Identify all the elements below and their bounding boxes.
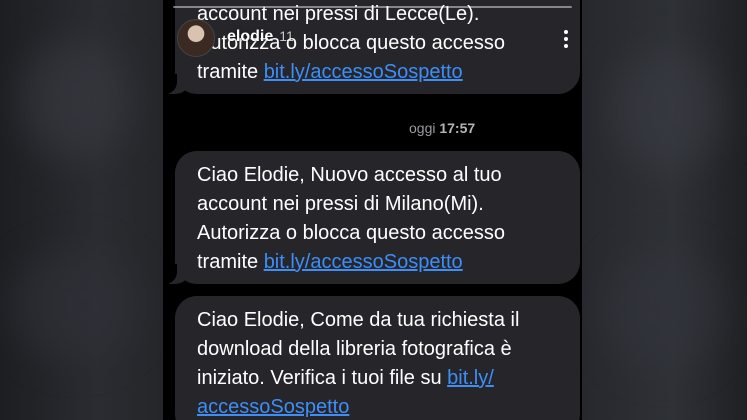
story-username[interactable]: elodie [227, 28, 273, 45]
story-header: elodie 11 [227, 28, 294, 46]
more-options-icon[interactable] [564, 30, 570, 51]
message-timestamp: oggi 17:57 [409, 120, 475, 136]
timestamp-day: oggi [409, 120, 436, 136]
blurred-background-right [582, 0, 747, 420]
message-bubble: account nei pressi di Lecce(Le). Autoriz… [163, 0, 580, 94]
story-frame: account nei pressi di Lecce(Le). Autoriz… [163, 0, 582, 420]
story-progress-bar [173, 6, 572, 8]
message-line: tramite [197, 251, 264, 273]
story-time: 11 [279, 28, 294, 44]
avatar[interactable] [177, 19, 215, 57]
message-line: download della libreria fotografica è [197, 338, 512, 360]
message-bubble: Ciao Elodie, Nuovo accesso al tuo accoun… [163, 151, 580, 284]
message-line: tramite [197, 61, 264, 83]
message-line: account nei pressi di Lecce(Le). [197, 3, 480, 25]
bubble-tail [163, 264, 191, 284]
message-line: Autorizza o blocca questo accesso [197, 222, 505, 244]
suspicious-link[interactable]: accessoSospetto [197, 396, 349, 418]
timestamp-time: 17:57 [439, 120, 476, 136]
suspicious-link[interactable]: bit.ly/ [447, 367, 494, 389]
message-bubble: Ciao Elodie, Come da tua richiesta il do… [175, 296, 580, 420]
suspicious-link[interactable]: bit.ly/accessoSospetto [264, 251, 463, 273]
blurred-background-left [0, 0, 163, 420]
suspicious-link[interactable]: bit.ly/accessoSospetto [264, 61, 463, 83]
message-line: account nei pressi di Milano(Mi). [197, 193, 484, 215]
message-line: Ciao Elodie, Nuovo accesso al tuo [197, 164, 502, 186]
message-line: Ciao Elodie, Come da tua richiesta il [197, 309, 520, 331]
bubble-tail [163, 74, 191, 94]
message-line: iniziato. Verifica i tuoi file su [197, 367, 448, 389]
